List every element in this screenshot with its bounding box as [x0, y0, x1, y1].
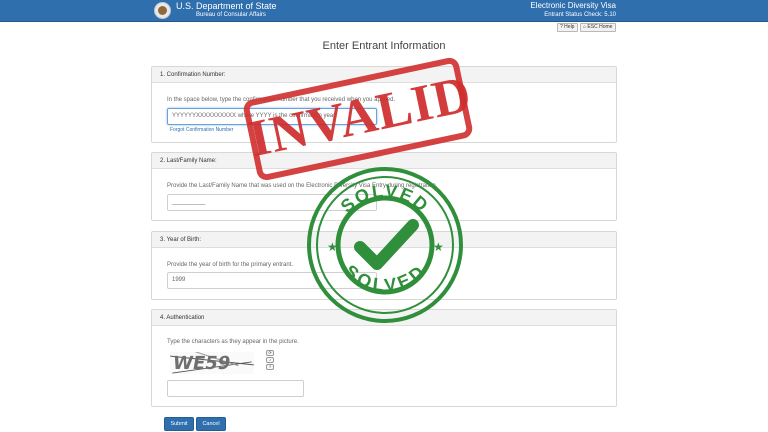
- audio-captcha-icon[interactable]: ♪: [266, 357, 274, 363]
- help-icon: ?: [560, 24, 563, 30]
- refresh-captcha-icon[interactable]: ⟳: [266, 350, 274, 356]
- solved-bottom-text: SOLVED: [341, 261, 430, 296]
- program-title: Electronic Diversity Visa: [530, 1, 616, 10]
- captcha-controls: ⟳ ♪ ?: [266, 350, 274, 371]
- forgot-confirmation-link[interactable]: Forgot Confirmation Number: [170, 127, 233, 133]
- solved-stamp: SOLVED SOLVED ★ ★: [307, 167, 463, 323]
- esc-home-button[interactable]: ⌂ ESC Home: [580, 23, 616, 32]
- submit-button[interactable]: Submit: [164, 417, 194, 431]
- top-banner: U.S. Department of State Bureau of Consu…: [0, 0, 768, 22]
- star-left-icon: ★: [327, 240, 338, 254]
- checkmark-icon: [354, 219, 419, 270]
- department-seal-icon: [154, 2, 171, 19]
- bureau-title: Bureau of Consular Affairs: [196, 12, 266, 18]
- year-of-birth-instruction: Provide the year of birth for the primar…: [167, 262, 294, 268]
- status-title: Entrant Status Check: 5.10: [544, 12, 616, 18]
- agency-title: U.S. Department of State: [176, 1, 277, 11]
- help-button[interactable]: ? Help: [557, 23, 578, 32]
- last-name-value: __________: [172, 199, 206, 205]
- page-title: Enter Entrant Information: [322, 40, 446, 52]
- authentication-instruction: Type the characters as they appear in th…: [167, 339, 299, 345]
- year-of-birth-value: 1999: [172, 277, 186, 283]
- home-icon: ⌂: [583, 24, 587, 30]
- captcha-help-icon[interactable]: ?: [266, 364, 274, 370]
- captcha-input[interactable]: [167, 380, 304, 397]
- captcha-text: WE59: [171, 353, 233, 374]
- star-right-icon: ★: [433, 240, 444, 254]
- captcha-image: WE59: [170, 352, 254, 374]
- cancel-button[interactable]: Cancel: [196, 417, 226, 431]
